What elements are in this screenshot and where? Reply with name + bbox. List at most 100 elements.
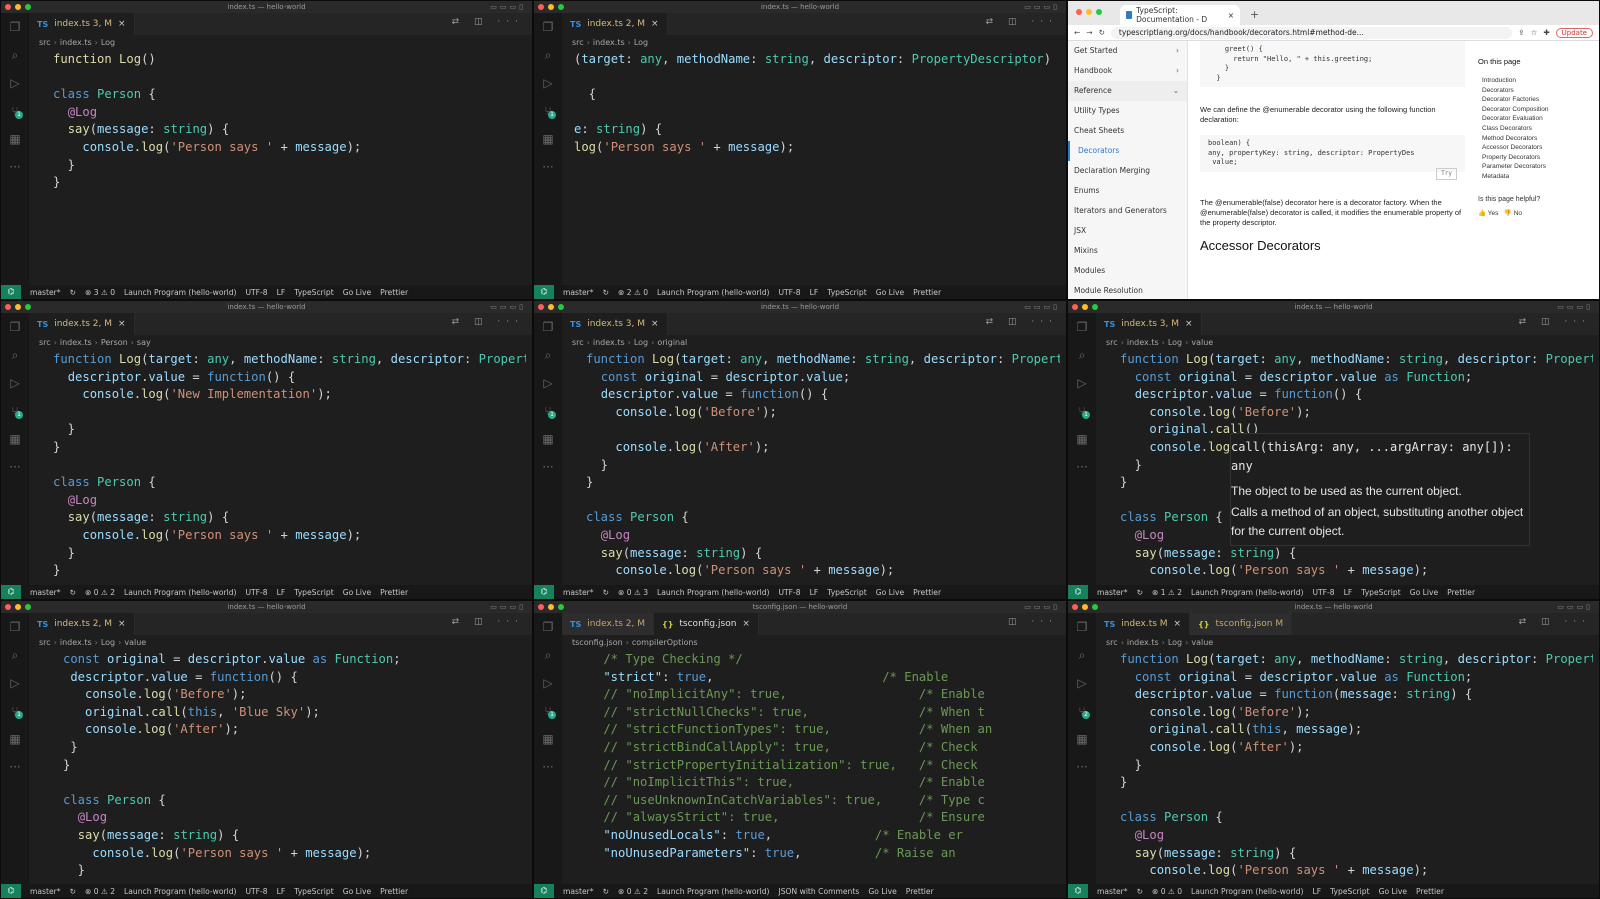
- search-icon[interactable]: ⌕: [534, 41, 562, 69]
- code-line[interactable]: "noUnusedParameters": true, /* Raise an: [574, 845, 1060, 863]
- crumb[interactable]: src: [1106, 338, 1118, 347]
- code-line[interactable]: @Log: [586, 527, 1060, 545]
- try-button[interactable]: Try: [1436, 168, 1457, 180]
- close-tab-icon[interactable]: ×: [118, 319, 126, 329]
- code-line[interactable]: @Log: [1120, 827, 1593, 845]
- code-line[interactable]: // "alwaysStrict": true, /* Ensure: [574, 809, 1060, 827]
- branch-status[interactable]: master*: [563, 588, 594, 597]
- code-line[interactable]: [53, 404, 526, 422]
- code-line[interactable]: function Log(): [53, 51, 526, 69]
- code-line[interactable]: // "strictPropertyInitialization": true,…: [574, 757, 1060, 775]
- code-line[interactable]: [574, 104, 1060, 122]
- close-tab-icon[interactable]: ×: [651, 19, 659, 29]
- code-line[interactable]: }: [63, 757, 526, 775]
- code-line[interactable]: console.log('After');: [63, 721, 526, 739]
- encoding-status[interactable]: UTF-8: [245, 588, 267, 597]
- sidebar-item-utility-types[interactable]: Utility Types: [1068, 101, 1187, 121]
- toc-item[interactable]: Accessor Decorators: [1478, 143, 1599, 153]
- crumb[interactable]: src: [572, 38, 584, 47]
- run-debug-icon[interactable]: ▷: [1068, 369, 1096, 397]
- crumb[interactable]: src: [1106, 638, 1118, 647]
- crumb[interactable]: index.ts: [60, 338, 92, 347]
- source-control-icon[interactable]: ⑂ 1: [1, 97, 29, 125]
- language-status[interactable]: TypeScript: [827, 588, 866, 597]
- layout-icons[interactable]: ▭▭▭▯: [1024, 3, 1060, 11]
- remote-icon[interactable]: ⌬: [1068, 884, 1088, 898]
- search-icon[interactable]: ⌕: [1, 41, 29, 69]
- layout-icons[interactable]: ▭▭▭▯: [490, 603, 526, 611]
- code-line[interactable]: [574, 69, 1060, 87]
- code-line[interactable]: descriptor.value = function() {: [1120, 386, 1593, 404]
- language-status[interactable]: TypeScript: [294, 288, 333, 297]
- run-debug-icon[interactable]: ▷: [1068, 669, 1096, 697]
- toc-item[interactable]: Decorator Factories: [1478, 95, 1599, 105]
- crumb[interactable]: index.ts: [1127, 338, 1159, 347]
- sync-icon[interactable]: ↻: [603, 588, 609, 597]
- problems-status[interactable]: ⊗ 3 ⚠ 0: [85, 288, 115, 297]
- language-status[interactable]: TypeScript: [294, 588, 333, 597]
- code-line[interactable]: }: [53, 421, 526, 439]
- code-line[interactable]: const original = descriptor.value;: [586, 369, 1060, 387]
- thumbs-down-icon[interactable]: 👎: [1504, 210, 1512, 217]
- bookmark-icon[interactable]: ☆: [1531, 28, 1538, 37]
- code-line[interactable]: @Log: [63, 809, 526, 827]
- update-button[interactable]: Update: [1555, 27, 1593, 38]
- more-icon[interactable]: ···: [534, 453, 562, 481]
- breadcrumb[interactable]: src › index.ts › Person › say: [39, 338, 151, 347]
- branch-status[interactable]: master*: [1097, 588, 1128, 597]
- toc-item[interactable]: Introduction: [1478, 76, 1599, 86]
- eol-status[interactable]: LF: [277, 288, 286, 297]
- yes-button[interactable]: Yes: [1488, 210, 1499, 217]
- code-line[interactable]: console.log('Before');: [586, 404, 1060, 422]
- breadcrumb[interactable]: src › index.ts › Log › original: [572, 338, 687, 347]
- code-editor[interactable]: function Log (target: any, methodName: st…: [1120, 651, 1593, 882]
- code-line[interactable]: // "strictBindCallApply": true, /* Check: [574, 739, 1060, 757]
- sidebar-item-handbook[interactable]: Handbook ›: [1068, 61, 1187, 81]
- code-line[interactable]: log('Person says ' + message);: [574, 139, 1060, 157]
- extensions-icon[interactable]: ▦: [534, 125, 562, 153]
- code-line[interactable]: }: [53, 439, 526, 457]
- tab-index-ts[interactable]: TS index.ts 2, M ×: [562, 13, 668, 35]
- more-icon[interactable]: ···: [534, 753, 562, 781]
- tab-tsconfig[interactable]: {} tsconfig.json M: [1190, 613, 1293, 635]
- url-input[interactable]: typescriptlang.org/docs/handbook/decorat…: [1110, 26, 1513, 39]
- explorer-icon[interactable]: ❐: [1, 13, 29, 41]
- code-line[interactable]: class Person {: [53, 86, 526, 104]
- explorer-icon[interactable]: ❐: [534, 313, 562, 341]
- code-line[interactable]: }: [586, 457, 1060, 475]
- code-line[interactable]: console.log('Before');: [63, 686, 526, 704]
- tab-index-ts[interactable]: TS index.ts 2, M: [562, 613, 654, 635]
- code-line[interactable]: [1120, 792, 1593, 810]
- crumb[interactable]: src: [39, 638, 51, 647]
- extensions-icon[interactable]: ▦: [534, 425, 562, 453]
- code-line[interactable]: }: [53, 562, 526, 580]
- prettier-status[interactable]: Prettier: [906, 887, 934, 896]
- code-line[interactable]: say(message: string) {: [63, 827, 526, 845]
- more-icon[interactable]: ···: [1, 453, 29, 481]
- code-line[interactable]: console.log('Person says ' + message);: [1120, 562, 1593, 580]
- extensions-icon[interactable]: ▦: [1068, 725, 1096, 753]
- crumb[interactable]: value: [1191, 638, 1213, 647]
- crumb[interactable]: value: [1191, 338, 1213, 347]
- code-line[interactable]: @Log: [53, 104, 526, 122]
- source-control-icon[interactable]: ⑂ 1: [1, 697, 29, 725]
- sidebar-item-modules[interactable]: Modules: [1068, 261, 1187, 281]
- extensions-icon[interactable]: ▦: [1068, 425, 1096, 453]
- crumb[interactable]: Log: [101, 638, 115, 647]
- problems-status[interactable]: ⊗ 2 ⚠ 0: [618, 288, 648, 297]
- search-icon[interactable]: ⌕: [534, 341, 562, 369]
- code-line[interactable]: console.log('After');: [1120, 739, 1593, 757]
- sidebar-item-decorators[interactable]: Decorators: [1068, 141, 1187, 161]
- source-control-icon[interactable]: ⑂ 1: [534, 97, 562, 125]
- crumb[interactable]: say: [137, 338, 151, 347]
- prettier-status[interactable]: Prettier: [380, 588, 408, 597]
- editor-actions[interactable]: ⇄ ◫ ···: [452, 17, 524, 27]
- code-line[interactable]: }: [586, 474, 1060, 492]
- code-line[interactable]: class Person {: [1120, 809, 1593, 827]
- code-line[interactable]: e: string) {: [574, 121, 1060, 139]
- run-debug-icon[interactable]: ▷: [534, 69, 562, 97]
- back-icon[interactable]: ←: [1074, 28, 1080, 37]
- code-editor[interactable]: function Log (target: any, methodName: st…: [53, 351, 526, 583]
- remote-icon[interactable]: ⌬: [1068, 585, 1088, 599]
- go-live-status[interactable]: Go Live: [343, 288, 371, 297]
